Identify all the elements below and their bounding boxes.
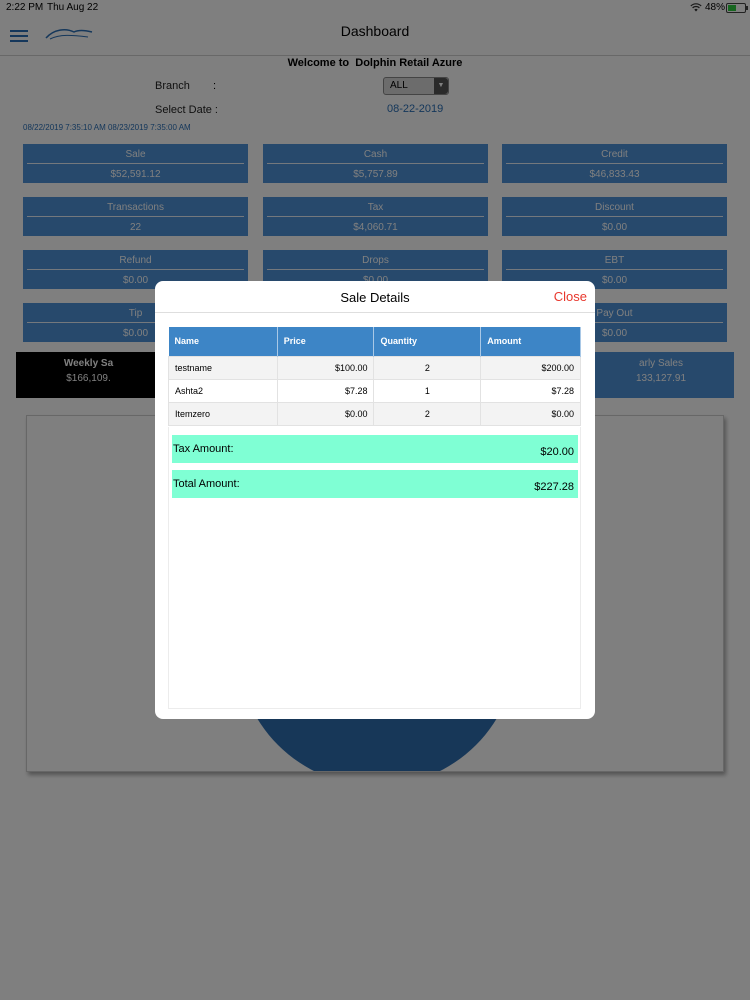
table-header-row: Name Price Quantity Amount bbox=[168, 327, 581, 356]
cell-name: Ashta2 bbox=[168, 378, 278, 403]
modal-header: Sale Details Close bbox=[155, 281, 595, 313]
modal-title: Sale Details bbox=[340, 290, 410, 305]
column-header-price: Price bbox=[277, 327, 375, 356]
cell-amount: $7.28 bbox=[480, 378, 581, 403]
cell-price: $7.28 bbox=[276, 378, 375, 403]
table-row[interactable]: testname $100.00 2 $200.00 bbox=[168, 355, 581, 380]
total-amount-label: Total Amount: bbox=[173, 478, 240, 490]
tax-amount-label: Tax Amount: bbox=[173, 443, 234, 455]
close-button[interactable]: Close bbox=[554, 289, 587, 304]
cell-price: $0.00 bbox=[276, 401, 375, 426]
cell-name: Itemzero bbox=[168, 401, 278, 426]
total-amount-value: $227.28 bbox=[534, 481, 574, 493]
cell-quantity: 2 bbox=[373, 401, 482, 426]
cell-amount: $200.00 bbox=[480, 355, 581, 380]
total-amount-row: Total Amount: $227.28 bbox=[172, 470, 578, 498]
column-header-name: Name bbox=[168, 327, 278, 356]
column-header-amount: Amount bbox=[480, 327, 581, 356]
cell-quantity: 1 bbox=[373, 378, 482, 403]
sale-items-table: Name Price Quantity Amount testname $100… bbox=[168, 327, 581, 426]
cell-price: $100.00 bbox=[276, 355, 375, 380]
column-header-quantity: Quantity bbox=[373, 327, 482, 356]
cell-quantity: 2 bbox=[373, 355, 482, 380]
tax-amount-value: $20.00 bbox=[540, 446, 574, 458]
sale-details-modal: Sale Details Close Name Price Quantity A… bbox=[155, 281, 595, 719]
tax-amount-row: Tax Amount: $20.00 bbox=[172, 435, 578, 463]
table-row[interactable]: Itemzero $0.00 2 $0.00 bbox=[168, 401, 581, 426]
table-row[interactable]: Ashta2 $7.28 1 $7.28 bbox=[168, 378, 581, 403]
cell-amount: $0.00 bbox=[480, 401, 581, 426]
cell-name: testname bbox=[168, 355, 278, 380]
